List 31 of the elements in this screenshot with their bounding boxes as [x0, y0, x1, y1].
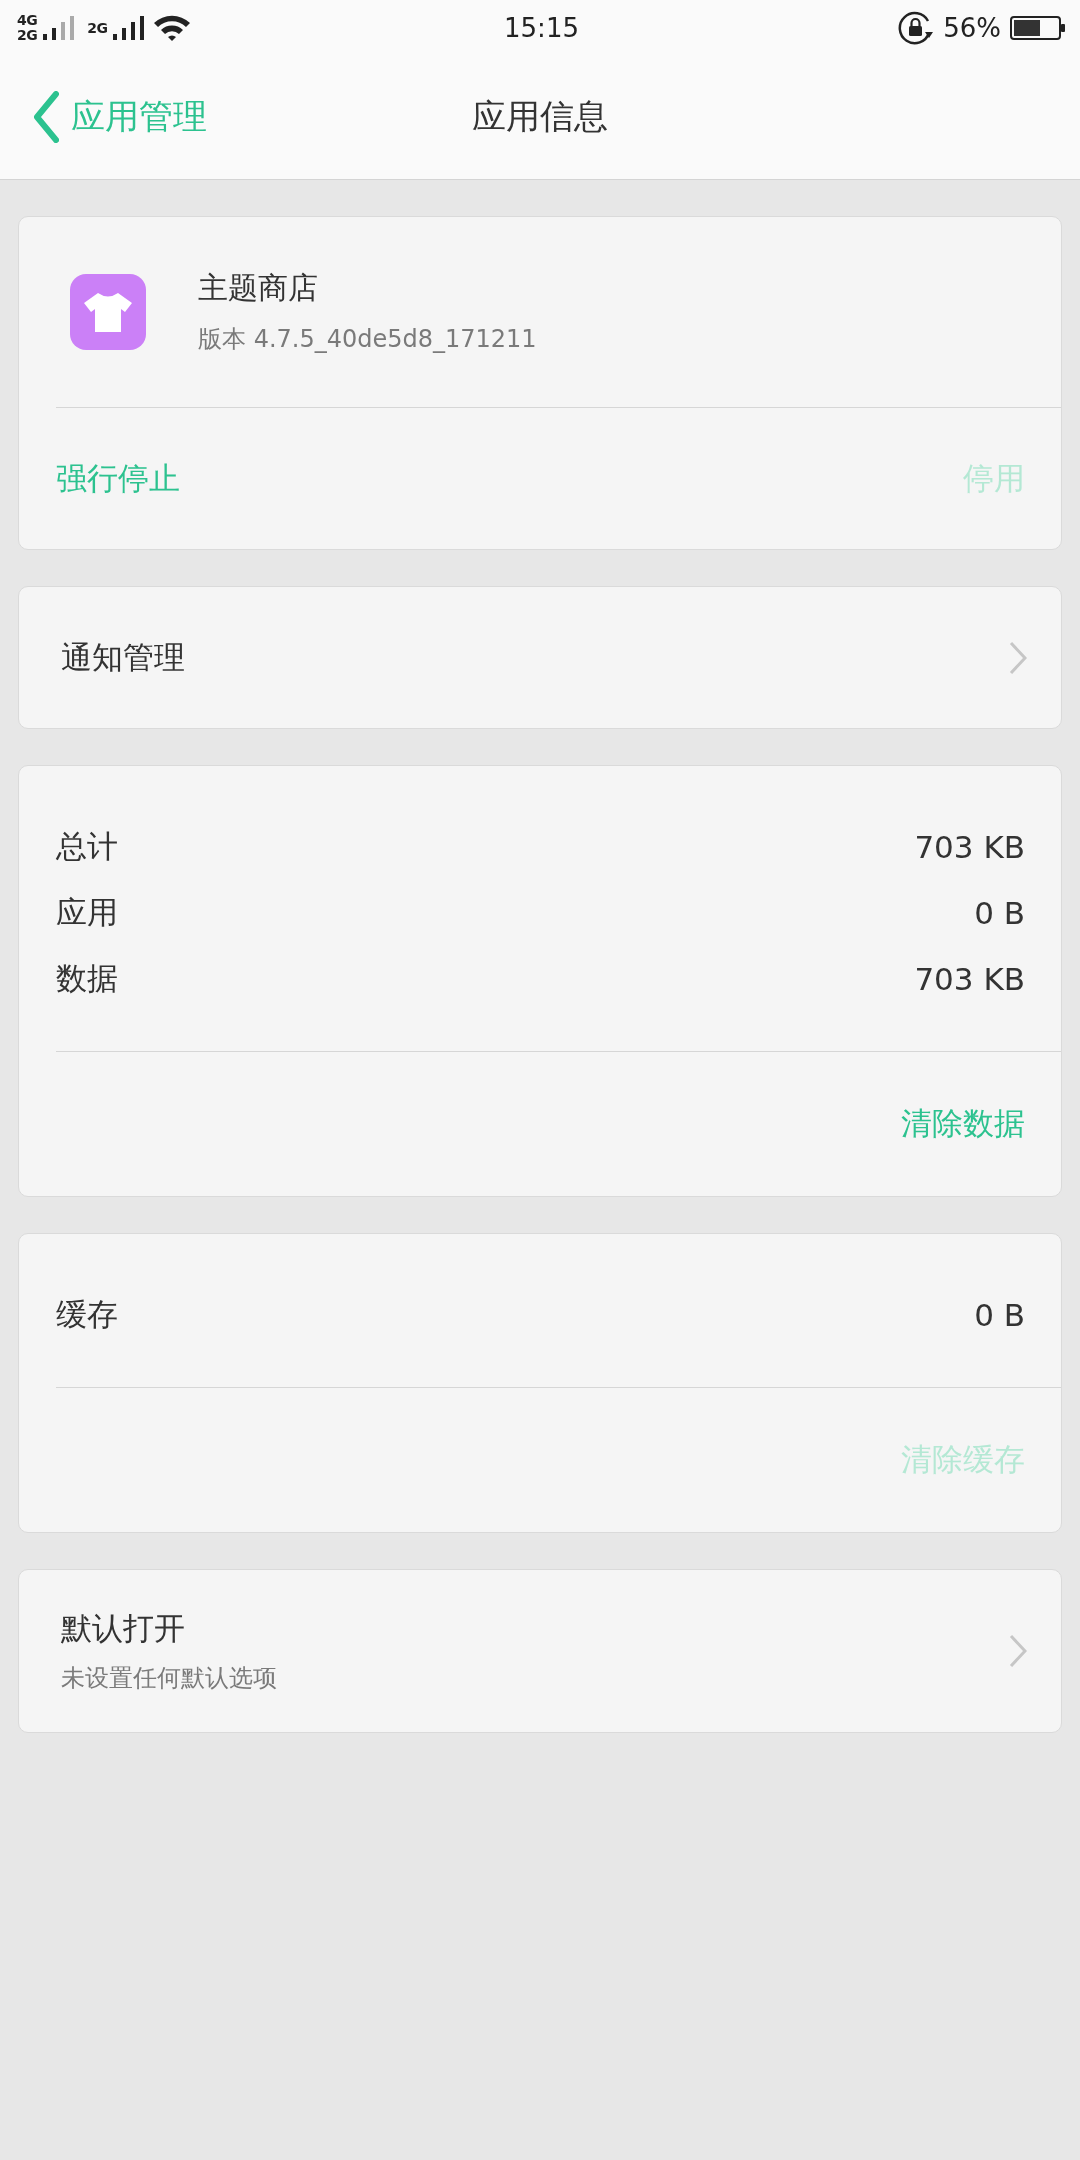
rotation-lock-icon: [898, 10, 935, 45]
settings-item[interactable]: 通知管理: [18, 586, 1062, 729]
back-chevron-icon: [33, 91, 59, 143]
stat-value: 703 KB: [914, 829, 1025, 865]
stat-label: 缓存: [56, 1295, 118, 1334]
network-type: 2G: [17, 27, 38, 43]
back-button[interactable]: 应用管理: [33, 91, 207, 143]
stat-value: 0 B: [974, 895, 1025, 931]
stat-value: 703 KB: [914, 961, 1025, 997]
chevron-right-icon: [1009, 640, 1027, 675]
item-subtitle: 未设置任何默认选项: [61, 1663, 277, 1694]
chevron-right-icon: [1009, 1634, 1027, 1668]
action-button[interactable]: 清除数据: [901, 1103, 1025, 1145]
battery-percent: 56%: [943, 12, 1001, 43]
item-label: 默认打开: [61, 1609, 186, 1648]
network-type: 4G: [17, 12, 38, 28]
action-button[interactable]: 强行停止: [56, 457, 180, 500]
stat-label: 应用: [56, 893, 118, 932]
stat-value: 0 B: [974, 1297, 1025, 1333]
wifi-icon: [153, 13, 192, 42]
stat-label: 总计: [56, 827, 118, 866]
item-label: 通知管理: [61, 637, 185, 677]
network-type: 2G: [87, 19, 108, 36]
settings-item[interactable]: 默认打开 未设置任何默认选项: [18, 1569, 1062, 1733]
status-time: 15:15: [504, 12, 579, 43]
app-version: 版本 4.7.5_40de5d8_171211: [198, 324, 537, 355]
battery-icon: [1010, 15, 1066, 40]
page-title: 应用信息: [472, 95, 608, 138]
stat-label: 数据: [56, 959, 118, 998]
app-name: 主题商店: [198, 269, 319, 307]
shirt-app-icon: [70, 273, 146, 350]
